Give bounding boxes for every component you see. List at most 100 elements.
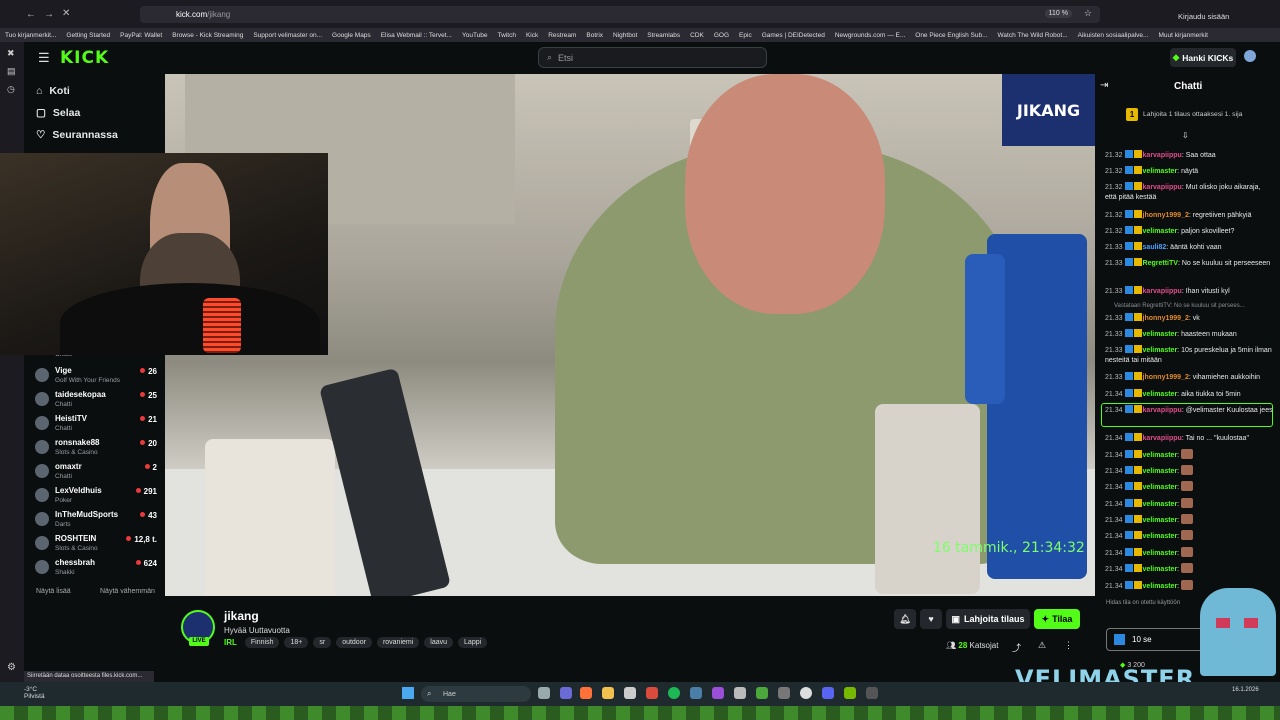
settings-icon[interactable]: ⚙ — [7, 662, 16, 673]
chat-username[interactable]: velimaster — [1143, 331, 1178, 338]
obs-icon[interactable] — [800, 687, 812, 699]
more-icon[interactable]: ⋮ — [1064, 640, 1073, 651]
chat-username[interactable]: karvapiippu — [1143, 184, 1182, 191]
chat-username[interactable]: velimaster — [1143, 517, 1178, 524]
stream-tag[interactable]: Finnish — [244, 637, 280, 648]
firefox-icon[interactable] — [580, 687, 592, 699]
chat-username[interactable]: velimaster — [1143, 550, 1178, 557]
chat-message[interactable]: 21.32 velimaster: paljon skovilleet? — [1105, 226, 1273, 237]
app-icon[interactable] — [866, 687, 878, 699]
chat-username[interactable]: karvapiippu — [1143, 288, 1182, 295]
star-icon[interactable]: ☆ — [1084, 8, 1092, 19]
category-link[interactable]: IRL — [224, 638, 237, 647]
followed-channel[interactable]: ronsnake88 Slots & Casino 20 — [35, 438, 157, 460]
chat-message[interactable]: 21.32 velimaster: näytä — [1105, 166, 1273, 177]
kick-logo[interactable]: KICK — [60, 48, 109, 68]
chat-username[interactable]: velimaster — [1143, 391, 1178, 398]
chat-message[interactable]: 21.33 sauli82: ääntä kohti vaan — [1105, 242, 1273, 253]
bookmark-item[interactable]: Botrix — [581, 32, 608, 39]
chat-message[interactable]: 21.34 velimaster: — [1105, 514, 1273, 526]
report-icon[interactable]: ⚠ — [1038, 640, 1046, 651]
nav-following[interactable]: ♡ Seurannassa — [36, 129, 118, 141]
collapse-chat-icon[interactable]: ⇥ — [1100, 80, 1108, 91]
stream-tag[interactable]: sr — [313, 637, 332, 648]
bookmark-item[interactable]: Tuo kirjanmerkit... — [0, 32, 61, 39]
chat-message[interactable]: 21.32 karvapiippu: Saa ottaa — [1105, 150, 1273, 161]
follow-heart-button[interactable]: ♥ — [920, 609, 942, 629]
followed-channel[interactable]: HeistiTV Chatti 21 — [35, 414, 157, 436]
bookmark-item[interactable]: Kick — [521, 32, 543, 39]
chat-username[interactable]: velimaster — [1143, 484, 1178, 491]
bookmark-item[interactable]: Streamlabs — [642, 32, 685, 39]
chat-message[interactable]: 21.34 velimaster: aika tiukka toi 5min — [1105, 389, 1273, 400]
subscribe-button[interactable]: ✦ Tilaa — [1034, 609, 1080, 629]
bookmark-item[interactable]: YouTube — [457, 32, 493, 39]
chat-username[interactable]: velimaster — [1143, 228, 1178, 235]
chat-message[interactable]: 21.33 jhonny1999_2: vk — [1105, 313, 1273, 324]
chat-username[interactable]: karvapiippu — [1143, 407, 1182, 414]
bookmark-item[interactable]: GOG — [709, 32, 734, 39]
chat-username[interactable]: velimaster — [1143, 452, 1178, 459]
chat-username[interactable]: jhonny1999_2 — [1143, 212, 1189, 219]
weather-widget[interactable]: -3°C Pilvistä — [24, 686, 45, 700]
nav-browse[interactable]: ▢ Selaa — [36, 107, 80, 119]
bookmark-item[interactable]: Twitch — [493, 32, 521, 39]
bookmark-item[interactable]: Google Maps — [327, 32, 376, 39]
chat-message[interactable]: 21.34 velimaster: — [1105, 449, 1273, 461]
teams-icon[interactable] — [560, 687, 572, 699]
stream-tag[interactable]: Lappi — [458, 637, 488, 648]
gift-sub-button[interactable]: ▣ Lahjoita tilaus — [946, 609, 1030, 629]
app-icon[interactable] — [712, 687, 724, 699]
chat-input[interactable]: 10 se — [1106, 628, 1208, 651]
chat-username[interactable]: sauli82 — [1143, 244, 1167, 251]
reload-icon[interactable]: ✕ — [62, 8, 70, 19]
bookmark-item[interactable]: One Piece English Sub... — [910, 32, 992, 39]
chat-message[interactable]: 21.33 jhonny1999_2: vihamiehen aukkoihin — [1105, 372, 1273, 383]
bookmark-item[interactable]: Browse - Kick Streaming — [167, 32, 248, 39]
spotify-icon[interactable] — [668, 687, 680, 699]
chat-message[interactable]: 21.34 velimaster: — [1105, 481, 1273, 493]
discord-icon[interactable] — [822, 687, 834, 699]
history-icon[interactable]: ◷ — [7, 84, 15, 95]
stream-tag[interactable]: laavu — [424, 637, 454, 648]
tray-date[interactable]: 16.1.2026 — [1232, 687, 1259, 693]
chat-message[interactable]: 21.34 velimaster: — [1105, 563, 1273, 575]
login-link[interactable]: Kirjaudu sisään — [1178, 12, 1229, 21]
chat-username[interactable]: velimaster — [1143, 347, 1178, 354]
followed-channel[interactable]: InTheMudSports Darts 43 — [35, 510, 157, 532]
get-kicks-button[interactable]: ◆ Hanki KICKs — [1170, 48, 1236, 67]
app-icon[interactable] — [778, 687, 790, 699]
followed-channel[interactable]: taidesekopaa Chatti 25 — [35, 390, 157, 412]
steam-icon[interactable] — [690, 687, 702, 699]
bookmark-item[interactable]: Restream — [543, 32, 581, 39]
xbox-icon[interactable] — [756, 687, 768, 699]
store-icon[interactable] — [624, 687, 636, 699]
chat-message[interactable]: 21.34 velimaster: — [1105, 530, 1273, 542]
chat-username[interactable]: RegrettiTV — [1143, 260, 1178, 267]
chat-message[interactable]: 21.34 karvapiippu: Tai no ... "kuulostaa" — [1105, 433, 1273, 444]
nvidia-icon[interactable] — [844, 687, 856, 699]
bookmark-icon[interactable]: ▤ — [7, 66, 16, 77]
chat-username[interactable]: velimaster — [1143, 533, 1178, 540]
chrome-icon[interactable] — [646, 687, 658, 699]
bookmark-item[interactable]: CDK — [685, 32, 709, 39]
forward-icon[interactable]: → — [44, 9, 54, 20]
back-icon[interactable]: ← — [26, 9, 36, 20]
pinned-chevron-icon[interactable]: ⇩ — [1182, 131, 1189, 140]
extension-icon[interactable]: ✖ — [7, 48, 15, 59]
chat-username[interactable]: karvapiippu — [1143, 435, 1182, 442]
taskview-icon[interactable] — [538, 687, 550, 699]
search-input[interactable]: ⌕ Etsi — [538, 47, 767, 68]
chat-username[interactable]: jhonny1999_2 — [1143, 374, 1189, 381]
bookmark-item[interactable]: Getting Started — [61, 32, 115, 39]
stream-tag[interactable]: outdoor — [336, 637, 372, 648]
stream-tag[interactable]: 18+ — [284, 637, 309, 648]
bookmark-item[interactable]: Watch The Wild Robot... — [993, 32, 1073, 39]
bookmark-item[interactable]: Games | DEIDetected — [757, 32, 830, 39]
chat-username[interactable]: velimaster — [1143, 583, 1178, 590]
bookmark-item[interactable]: Newgrounds.com — E... — [830, 32, 910, 39]
bookmark-item[interactable]: Epic — [734, 32, 757, 39]
explorer-icon[interactable] — [602, 687, 614, 699]
followed-channel[interactable]: ROSHTEIN Slots & Casino 12,8 t. — [35, 534, 157, 556]
notification-bell-button[interactable]: 🔔︎ — [894, 609, 916, 629]
